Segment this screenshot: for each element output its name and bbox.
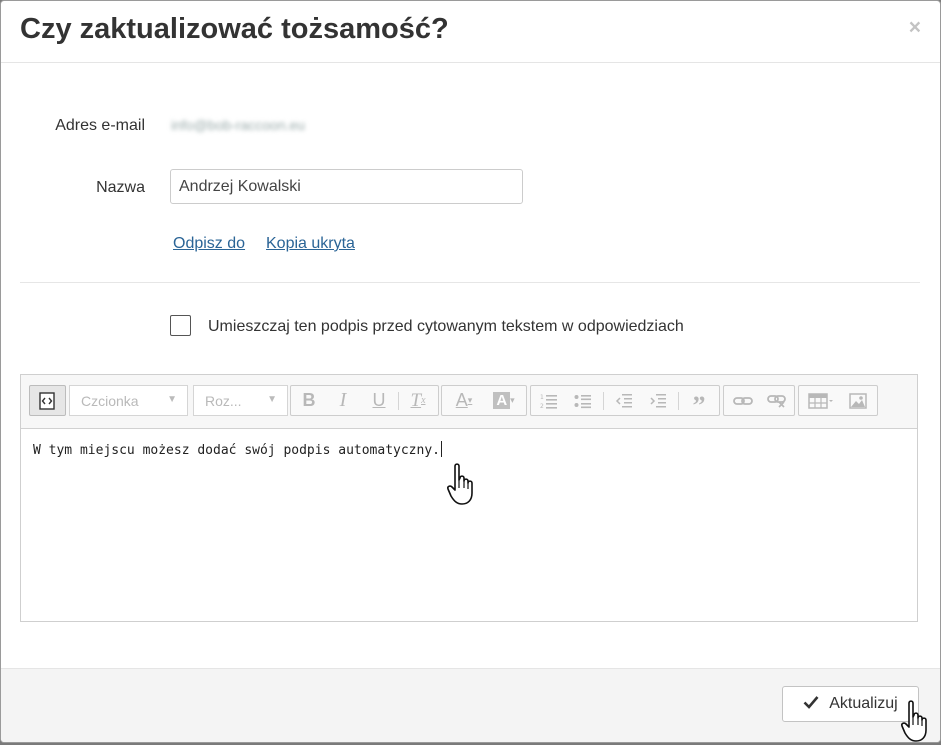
signature-position-label: Umieszczaj ten podpis przed cytowanym te… xyxy=(208,318,684,335)
svg-text:2: 2 xyxy=(540,403,544,409)
insert-group xyxy=(798,385,878,416)
editor-content[interactable]: W tym miejscu możesz dodać swój podpis a… xyxy=(33,441,442,458)
update-button[interactable]: Aktualizuj xyxy=(782,686,919,722)
bulleted-list-icon[interactable] xyxy=(568,386,598,415)
image-icon[interactable] xyxy=(843,386,873,415)
signature-position-checkbox[interactable] xyxy=(170,315,191,336)
remove-format-icon[interactable]: Tx xyxy=(403,386,433,415)
source-group xyxy=(29,385,66,416)
link-group xyxy=(723,385,795,416)
editor-toolbar: Czcionka ▼ Roz... ▼ B I U Tx A ▾ A ▾ 1 2… xyxy=(21,375,917,429)
italic-icon[interactable]: I xyxy=(328,386,358,415)
indent-icon[interactable] xyxy=(643,386,673,415)
size-select-label: Roz... xyxy=(205,393,242,409)
background-color-icon[interactable]: A ▾ xyxy=(486,386,522,415)
outdent-icon[interactable] xyxy=(609,386,639,415)
numbered-list-icon[interactable]: 12 xyxy=(534,386,564,415)
blockquote-icon[interactable]: ” xyxy=(684,386,714,420)
name-label: Nazwa xyxy=(96,179,145,196)
signature-editor: Czcionka ▼ Roz... ▼ B I U Tx A ▾ A ▾ 1 2… xyxy=(20,374,918,622)
update-button-label: Aktualizuj xyxy=(829,695,898,712)
unlink-icon[interactable] xyxy=(762,386,792,415)
svg-text:1: 1 xyxy=(540,394,544,401)
dialog-header: Czy zaktualizować tożsamość? × xyxy=(1,1,940,63)
email-label: Adres e-mail xyxy=(55,117,145,134)
signature-text: W tym miejscu możesz dodać swój podpis a… xyxy=(33,443,440,458)
check-icon xyxy=(803,695,819,714)
identity-dialog: Czy zaktualizować tożsamość? × Adres e-m… xyxy=(0,0,941,743)
close-icon[interactable]: × xyxy=(909,16,921,40)
reply-to-link[interactable]: Odpisz do xyxy=(173,235,245,253)
bcc-link[interactable]: Kopia ukryta xyxy=(266,235,355,253)
divider xyxy=(20,282,920,283)
font-select[interactable]: Czcionka ▼ xyxy=(69,385,188,416)
table-icon[interactable] xyxy=(803,386,839,415)
dialog-title: Czy zaktualizować tożsamość? xyxy=(20,13,449,45)
basic-style-group: B I U Tx xyxy=(290,385,439,416)
toolbar-separator xyxy=(398,392,399,410)
toolbar-separator xyxy=(678,392,679,410)
font-select-label: Czcionka xyxy=(81,393,139,409)
name-input[interactable] xyxy=(170,169,523,204)
paragraph-group: 12 ” xyxy=(530,385,720,420)
toolbar-separator xyxy=(603,392,604,410)
email-value: info@bob-raccoon.eu xyxy=(171,117,306,133)
color-group: A ▾ A ▾ xyxy=(441,385,527,416)
link-icon[interactable] xyxy=(728,386,758,415)
chevron-down-icon: ▼ xyxy=(267,394,277,405)
text-caret xyxy=(441,441,442,457)
underline-icon[interactable]: U xyxy=(364,386,394,415)
bold-icon[interactable]: B xyxy=(294,386,324,415)
size-select[interactable]: Roz... ▼ xyxy=(193,385,288,416)
text-color-icon[interactable]: A ▾ xyxy=(446,386,482,415)
chevron-down-icon: ▼ xyxy=(167,394,177,405)
source-icon[interactable] xyxy=(32,386,62,415)
